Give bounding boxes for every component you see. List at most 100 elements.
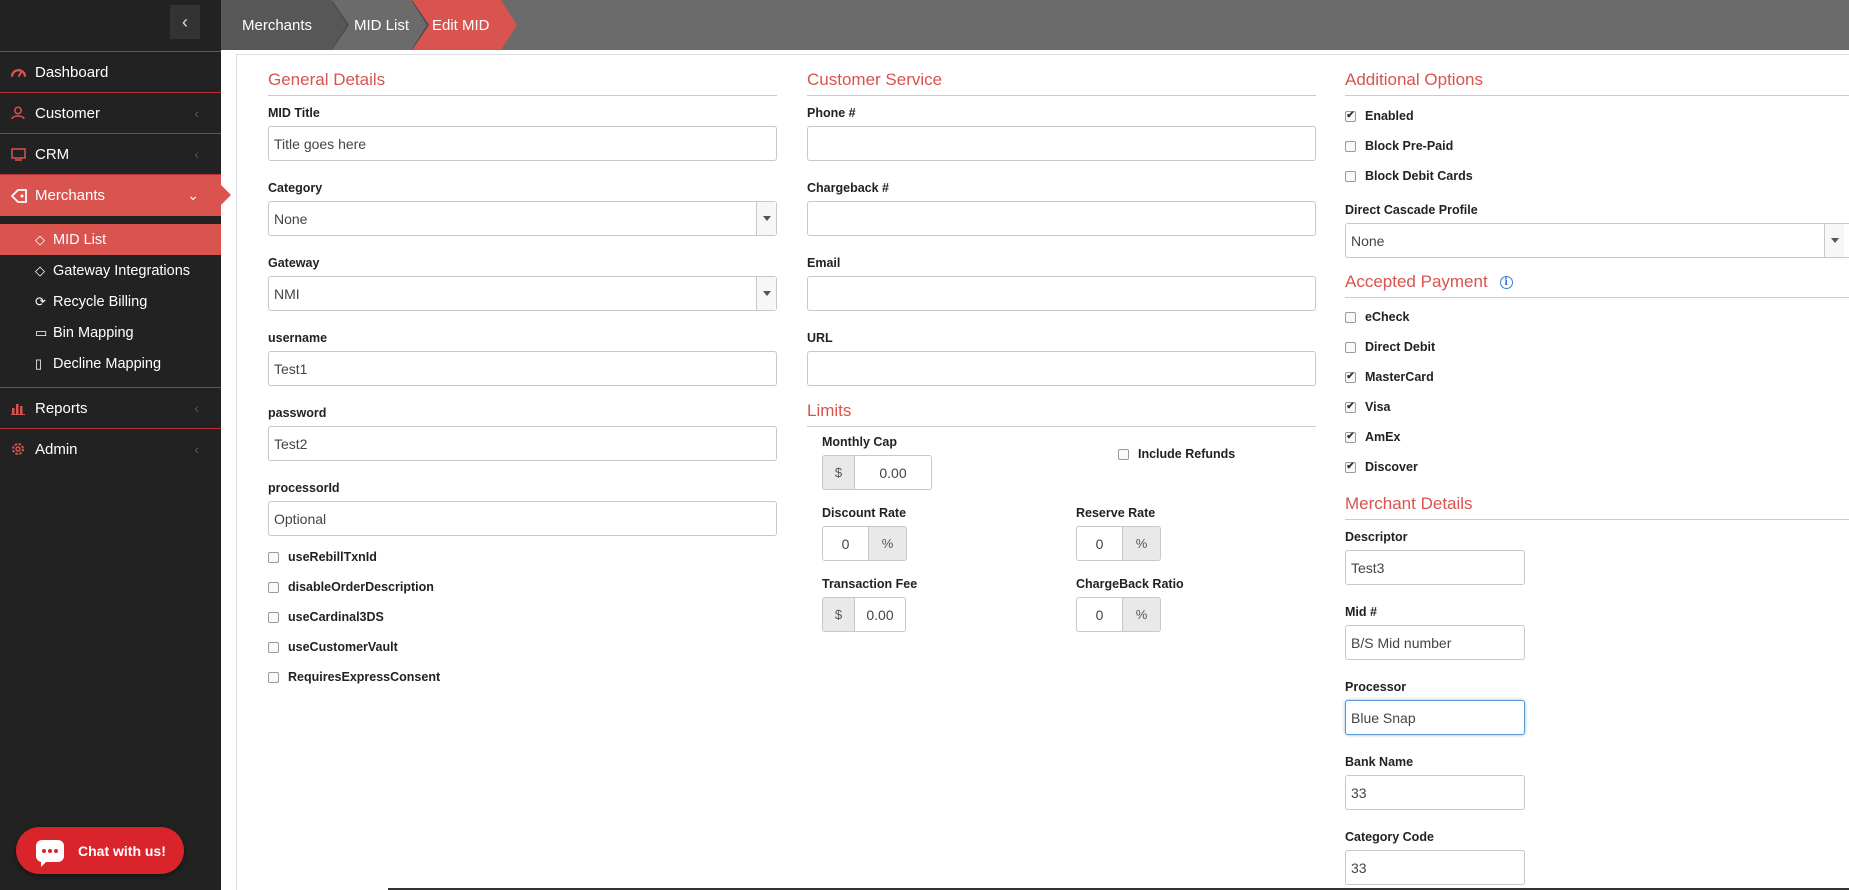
checkbox-label: useRebillTxnId — [288, 550, 377, 564]
sidebar-nav: Dashboard Customer ‹ CRM ‹ Merchants ⌄ ◇ — [0, 51, 231, 469]
descriptor-label: Descriptor — [1345, 530, 1408, 544]
mid-title-input[interactable]: Title goes here — [268, 126, 777, 161]
section-title-text: Accepted Payment — [1345, 272, 1488, 291]
enabled-checkbox[interactable]: ✔ Enabled — [1345, 101, 1849, 131]
chat-button[interactable]: Chat with us! — [16, 827, 184, 874]
sidebar-item-reports[interactable]: Reports ‹ — [0, 387, 221, 428]
discount-rate-input[interactable]: 0 — [822, 526, 869, 561]
tag-icon: ◇ — [35, 262, 45, 278]
user-icon — [0, 106, 30, 120]
bank-name-input[interactable]: 33 — [1345, 775, 1525, 810]
use-cardinal-3ds-checkbox[interactable]: useCardinal3DS — [268, 602, 777, 632]
checkbox[interactable] — [1345, 341, 1356, 353]
sidebar-item-label: Customer — [35, 104, 101, 122]
mid-number-label: Mid # — [1345, 605, 1377, 619]
chargeback-input[interactable] — [807, 201, 1316, 236]
bank-name-label: Bank Name — [1345, 755, 1414, 769]
transaction-fee-input[interactable]: 0.00 — [854, 597, 906, 632]
block-pre-paid-checkbox[interactable]: Block Pre-Paid — [1345, 131, 1849, 161]
echeck-checkbox[interactable]: eCheck — [1345, 302, 1849, 332]
email-field[interactable] — [807, 276, 1316, 311]
dollar-prefix: $ — [822, 455, 854, 490]
descriptor-input[interactable]: Test3 — [1345, 550, 1525, 585]
sidebar-subitem-recycle-billing[interactable]: ⟳ Recycle Billing — [0, 286, 221, 317]
gear-icon — [0, 442, 30, 456]
sidebar-item-label: Admin — [35, 440, 78, 458]
breadcrumb-merchants[interactable]: Merchants — [221, 0, 349, 50]
use-rebill-txn-id-checkbox[interactable]: useRebillTxnId — [268, 542, 777, 572]
chargeback-ratio-input[interactable]: 0 — [1076, 597, 1123, 632]
checkbox[interactable] — [1345, 140, 1356, 152]
sidebar-item-merchants[interactable]: Merchants ⌄ — [0, 174, 231, 216]
info-icon[interactable]: i — [1499, 276, 1513, 290]
category-code-input[interactable]: 33 — [1345, 850, 1525, 885]
visa-checkbox[interactable]: ✔ Visa — [1345, 392, 1849, 422]
checkbox[interactable] — [268, 551, 279, 563]
sidebar-subitem-bin-mapping[interactable]: ▭ Bin Mapping — [0, 317, 221, 348]
discover-checkbox[interactable]: ✔ Discover — [1345, 452, 1849, 482]
sidebar-item-customer[interactable]: Customer ‹ — [0, 92, 221, 133]
checkbox-checked[interactable]: ✔ — [1345, 371, 1356, 383]
checkbox-label: Block Debit Cards — [1365, 169, 1473, 183]
amex-checkbox[interactable]: ✔ AmEx — [1345, 422, 1849, 452]
password-input[interactable]: Test2 — [268, 426, 777, 461]
sidebar-item-dashboard[interactable]: Dashboard — [0, 51, 221, 92]
requires-express-consent-checkbox[interactable]: RequiresExpressConsent — [268, 662, 777, 692]
direct-debit-checkbox[interactable]: Direct Debit — [1345, 332, 1849, 362]
checkbox-label: RequiresExpressConsent — [288, 670, 441, 684]
category-code-label: Category Code — [1345, 830, 1434, 844]
checkbox-label: eCheck — [1365, 310, 1410, 324]
checkbox[interactable] — [1118, 448, 1129, 460]
sidebar-subitem-mid-list[interactable]: ◇ MID List — [0, 224, 221, 255]
gateway-label: Gateway — [268, 256, 320, 270]
gateway-select-value: NMI — [274, 285, 300, 302]
mastercard-checkbox[interactable]: ✔ MasterCard — [1345, 362, 1849, 392]
sidebar-collapse-button[interactable]: ‹ — [170, 5, 200, 39]
checkbox[interactable] — [1345, 311, 1356, 323]
checkbox[interactable] — [268, 641, 279, 653]
chevron-down-icon: ⌄ — [187, 187, 199, 203]
checkbox-checked[interactable]: ✔ — [1345, 401, 1356, 413]
reserve-rate-input[interactable]: 0 — [1076, 526, 1123, 561]
checkbox-checked[interactable]: ✔ — [1345, 461, 1356, 473]
sidebar-subitem-decline-mapping[interactable]: ▯ Decline Mapping — [0, 348, 221, 379]
block-debit-cards-checkbox[interactable]: Block Debit Cards — [1345, 161, 1849, 191]
customer-service-section: Customer Service Phone # Chargeback # Em… — [807, 55, 1316, 647]
checkbox[interactable] — [1345, 170, 1356, 182]
url-input[interactable] — [807, 351, 1316, 386]
category-select[interactable]: None — [268, 201, 777, 236]
additional-options-section: Additional Options ✔ Enabled Block Pre-Pa… — [1345, 55, 1849, 885]
reserve-rate-input-group: 0 % — [1076, 526, 1161, 561]
use-customer-vault-checkbox[interactable]: useCustomerVault — [268, 632, 777, 662]
sidebar-item-crm[interactable]: CRM ‹ — [0, 133, 221, 174]
phone-input[interactable] — [807, 126, 1316, 161]
checkbox[interactable] — [268, 671, 279, 683]
checkbox-checked[interactable]: ✔ — [1345, 431, 1356, 443]
disable-order-description-checkbox[interactable]: disableOrderDescription — [268, 572, 777, 602]
processor-id-input[interactable]: Optional — [268, 501, 777, 536]
phone-label: Phone # — [807, 106, 856, 120]
checkbox-checked[interactable]: ✔ — [1345, 110, 1356, 122]
checkbox-label: Block Pre-Paid — [1365, 139, 1454, 153]
transaction-fee-label: Transaction Fee — [822, 577, 918, 591]
monthly-cap-label: Monthly Cap — [822, 435, 897, 449]
username-input[interactable]: Test1 — [268, 351, 777, 386]
monthly-cap-input-group: $ 0.00 — [822, 455, 932, 490]
username-label: username — [268, 331, 328, 345]
checkbox[interactable] — [268, 611, 279, 623]
percent-suffix: % — [1123, 526, 1161, 561]
chevron-left-icon: ‹ — [182, 11, 188, 32]
include-refunds-checkbox[interactable]: Include Refunds — [1118, 439, 1235, 469]
tag-icon — [0, 188, 30, 203]
mid-number-input[interactable]: B/S Mid number — [1345, 625, 1525, 660]
cascade-profile-select[interactable]: None — [1345, 223, 1849, 258]
sidebar-item-admin[interactable]: Admin ‹ — [0, 428, 221, 469]
checkbox-label: disableOrderDescription — [288, 580, 434, 594]
checkbox-label: Include Refunds — [1138, 447, 1236, 461]
processor-input[interactable]: Blue Snap — [1345, 700, 1525, 735]
sidebar-subitem-gateway-integrations[interactable]: ◇ Gateway Integrations — [0, 255, 221, 286]
checkbox[interactable] — [268, 581, 279, 593]
gateway-select[interactable]: NMI — [268, 276, 777, 311]
caret-down-icon — [756, 202, 776, 235]
monthly-cap-input[interactable]: 0.00 — [854, 455, 932, 490]
